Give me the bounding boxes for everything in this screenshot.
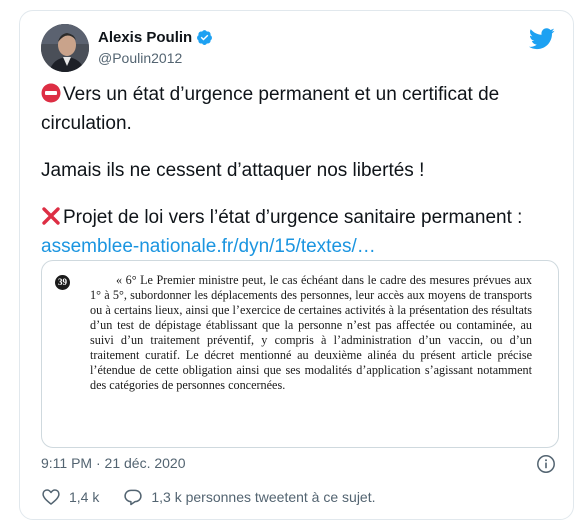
cross-mark-icon [41, 206, 61, 234]
action-bar: 1,4 k 1,3 k personnes tweetent à ce suje… [41, 487, 376, 507]
tweet-line-3: Jamais ils ne cessent d’attaquer nos lib… [41, 160, 425, 181]
tweet-text: Vers un état d’urgence permanent et un c… [41, 82, 561, 260]
tweet-line: Vers un état d’urgence permanent et un c… [41, 82, 561, 111]
document-image[interactable]: 39 « 6° Le Premier ministre peut, le cas… [41, 260, 559, 448]
no-entry-icon [41, 83, 61, 111]
like-button[interactable]: 1,4 k [41, 487, 99, 507]
tweet-link[interactable]: assemblee-nationale.fr/dyn/15/textes/… [41, 236, 376, 257]
avatar[interactable] [41, 24, 89, 72]
tweet-line-4: Projet de loi vers l’état d’urgence sani… [63, 207, 523, 228]
verified-badge-icon [197, 30, 213, 45]
reply-button[interactable]: 1,3 k personnes tweetent à ce sujet. [123, 487, 376, 507]
tweet-line-1: Vers un état d’urgence permanent et un c… [63, 84, 500, 105]
comment-icon [124, 489, 143, 506]
author-name[interactable]: Alexis Poulin [98, 29, 213, 46]
document-text: « 6° Le Premier ministre peut, le cas éc… [90, 273, 532, 392]
reply-text: 1,3 k personnes tweetent à ce sujet. [151, 489, 376, 505]
tweet-timestamp[interactable]: 9:11 PM · 21 déc. 2020 [41, 455, 186, 471]
info-icon[interactable] [536, 454, 556, 474]
like-count: 1,4 k [69, 489, 100, 505]
tweet-line: Projet de loi vers l’état d’urgence sani… [41, 205, 561, 234]
author-name-text: Alexis Poulin [98, 29, 193, 46]
tweet-card: Alexis Poulin @Poulin2012 Vers un état d… [19, 10, 574, 520]
author-handle[interactable]: @Poulin2012 [98, 50, 182, 66]
twitter-bird-icon[interactable] [529, 28, 555, 50]
tweet-line-2: circulation. [41, 113, 132, 134]
heart-icon [42, 489, 60, 505]
document-number-badge: 39 [55, 275, 70, 290]
